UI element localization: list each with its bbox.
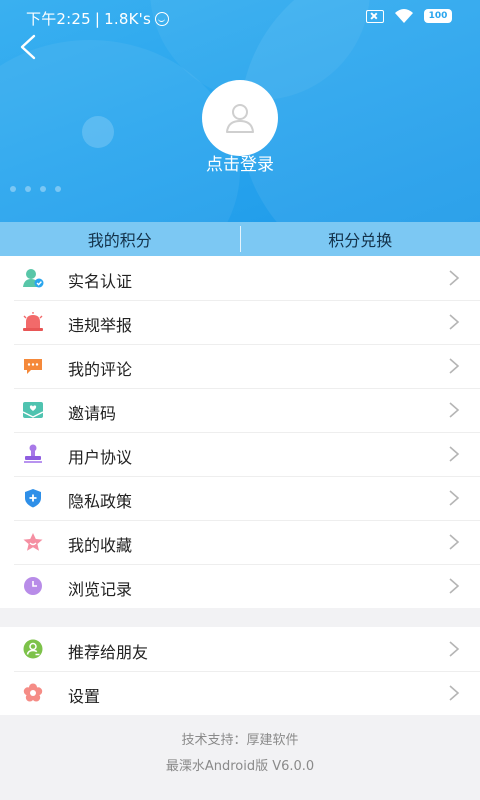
star-icon [23,533,43,551]
menu-item-my-favorites[interactable]: 我的收藏 [0,520,480,564]
chevron-right-icon [449,314,460,330]
points-tab-bar: 我的积分 积分兑换 [0,222,480,256]
menu-item-label: 邀请码 [68,404,117,423]
menu-item-label: 实名认证 [68,272,133,291]
menu-item-real-name-verification[interactable]: 实名认证 [0,256,480,300]
menu-item-recommend-to-friends[interactable]: 推荐给朋友 [0,627,480,671]
chevron-right-icon [449,446,460,462]
chevron-right-icon [449,270,460,286]
no-sim-icon [366,9,384,23]
menu-item-invite-code[interactable]: 邀请码 [0,388,480,432]
menu-item-browsing-history[interactable]: 浏览记录 [0,564,480,608]
smiley-icon [155,11,169,26]
menu-item-label: 推荐给朋友 [68,643,149,662]
menu-item-user-agreement[interactable]: 用户协议 [0,432,480,476]
clock-icon [24,577,42,595]
menu-item-settings[interactable]: 设置 [0,671,480,715]
status-time: 下午2:25 [26,10,91,28]
alarm-siren-icon [23,312,43,331]
menu-item-label: 用户协议 [68,448,133,467]
header-decor-dots [10,186,61,192]
menu-item-label: 浏览记录 [68,580,133,599]
menu-item-my-comments[interactable]: 我的评论 [0,344,480,388]
menu-list-secondary: 推荐给朋友 设置 [0,627,480,715]
status-network-speed: 1.8K's [104,9,151,28]
login-link[interactable]: 点击登录 [0,150,480,175]
invite-envelope-icon [22,402,44,418]
tab-points-exchange[interactable]: 积分兑换 [241,222,480,256]
battery-icon: 100 [424,9,452,23]
tech-support-text: 技术支持：厚建软件 [181,733,299,748]
verified-user-icon [23,269,44,288]
menu-list-main: 实名认证 违规举报 我的评论 邀请码 用户协议 隐私政策 我的收藏 浏览记录 [0,256,480,608]
chevron-right-icon [449,402,460,418]
header-decor-bubble [82,116,114,148]
chevron-right-icon [449,534,460,550]
menu-item-label: 我的收藏 [68,536,133,555]
status-separator: | [94,9,101,28]
menu-item-privacy-policy[interactable]: 隐私政策 [0,476,480,520]
comment-bubble-icon [24,359,42,374]
chevron-right-icon [449,578,460,594]
tab-my-points[interactable]: 我的积分 [0,222,240,256]
menu-item-label: 违规举报 [68,316,133,335]
avatar[interactable] [202,80,278,156]
chevron-right-icon [449,490,460,506]
app-version-text: 最溧水Android版 V6.0.0 [165,759,315,774]
back-arrow-icon[interactable] [14,32,44,62]
menu-item-label: 我的评论 [68,360,133,379]
settings-flower-icon [23,683,43,702]
status-bar: 下午2:25 | 1.8K's 100 [0,0,480,34]
agreement-stamp-icon [24,444,42,463]
chevron-right-icon [449,358,460,374]
menu-item-label: 隐私政策 [68,492,133,511]
chevron-right-icon [449,641,460,657]
user-placeholder-icon [226,104,254,133]
share-friend-icon [23,639,43,659]
menu-item-report-violation[interactable]: 违规举报 [0,300,480,344]
menu-item-label: 设置 [68,687,101,706]
shield-plus-icon [25,489,41,508]
chevron-right-icon [449,685,460,701]
wifi-icon [395,9,413,23]
